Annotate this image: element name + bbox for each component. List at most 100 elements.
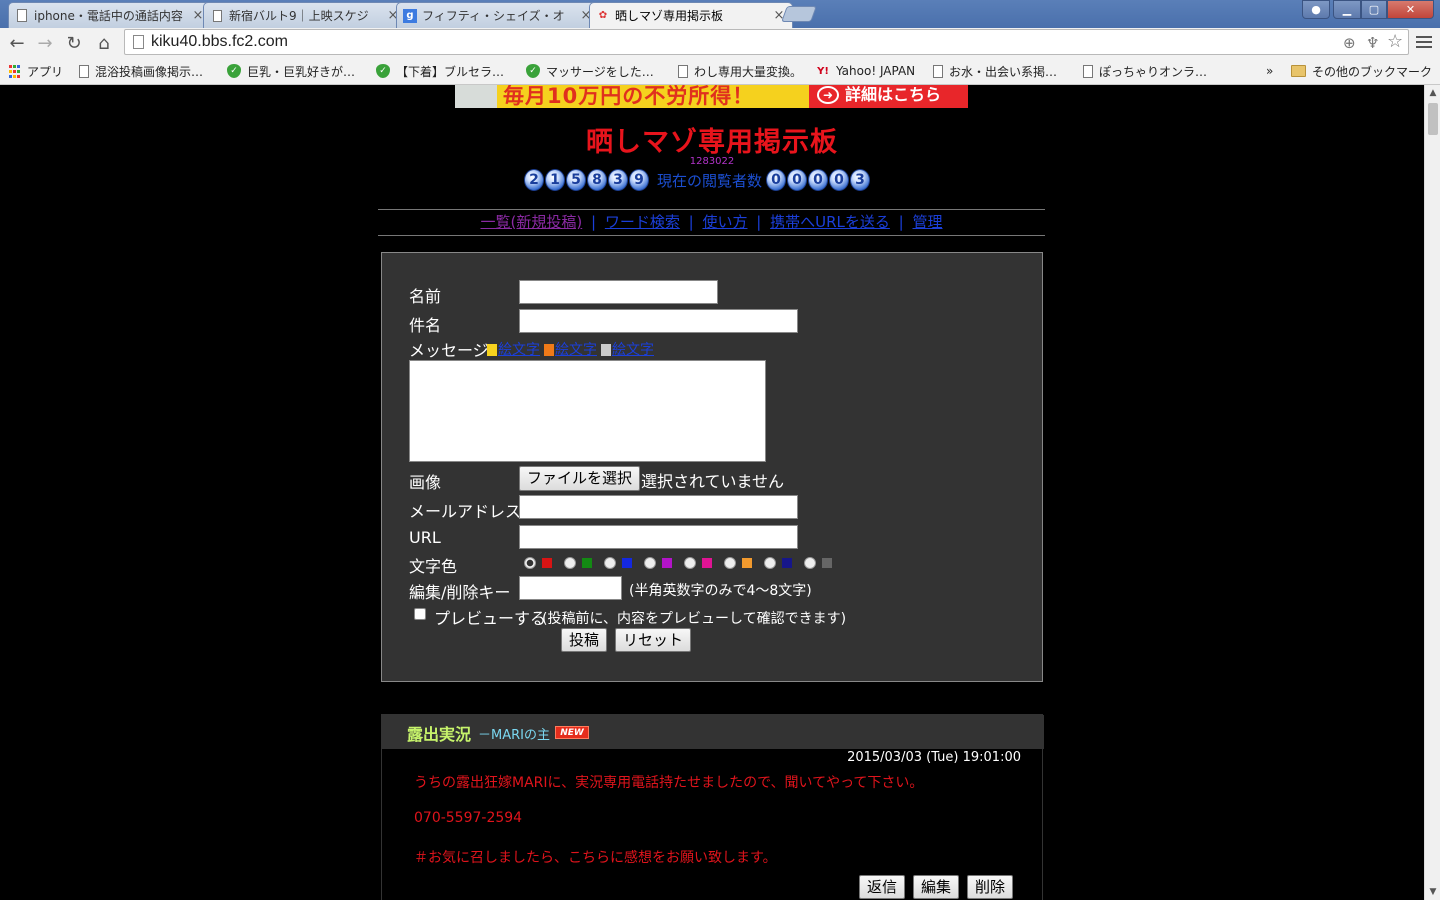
viewer-digit: 0	[808, 169, 829, 191]
post-body-line: 070-5597-2594	[414, 810, 523, 826]
address-bar[interactable]: kiku40.bbs.fc2.com ⊕ ♆ ☆	[124, 29, 1409, 55]
email-input[interactable]	[519, 495, 798, 519]
menu-list-new-post[interactable]: 一覧(新規投稿)	[480, 213, 582, 231]
emoji-link-docomo[interactable]: 絵文字	[487, 339, 540, 359]
tab-iphone[interactable]: iphone・電話中の通話内容 ×	[8, 2, 212, 28]
star-icon[interactable]: ☆	[1387, 31, 1403, 52]
color-radio[interactable]	[604, 557, 616, 569]
email-label: メールアドレス	[409, 502, 522, 521]
color-radio[interactable]	[804, 557, 816, 569]
page-icon	[15, 9, 29, 23]
scroll-down-icon[interactable]: ▼	[1425, 884, 1440, 900]
tab-title: フィフティ・シェイズ・オ	[422, 9, 565, 23]
menu-separator: |	[898, 213, 904, 231]
url-text[interactable]: kiku40.bbs.fc2.com	[151, 33, 288, 51]
emoji-link-softbank[interactable]: 絵文字	[601, 339, 654, 359]
bookmark-label: Yahoo! JAPAN	[836, 64, 916, 78]
edit-key-input[interactable]	[519, 576, 622, 600]
color-radio[interactable]	[764, 557, 776, 569]
yahoo-icon: Y!	[817, 65, 829, 77]
viewer-digit: 0	[787, 169, 808, 191]
tab-google[interactable]: g フィフティ・シェイズ・オ ×	[396, 2, 600, 28]
color-radio[interactable]	[564, 557, 576, 569]
tab-title: 晒しマゾ専用掲示板	[615, 9, 724, 23]
page-title: 晒しマゾ専用掲示板	[586, 127, 838, 158]
new-tab-button[interactable]	[781, 6, 817, 22]
other-bookmarks[interactable]: その他のブックマーク	[1291, 61, 1432, 81]
message-textarea[interactable]	[409, 360, 766, 462]
viewer-digit: 0	[829, 169, 850, 191]
subject-input[interactable]	[519, 309, 798, 333]
delete-button[interactable]: 削除	[967, 875, 1014, 899]
scroll-up-icon[interactable]: ▲	[1425, 85, 1440, 101]
ad-banner[interactable]: 毎月10万円の不労所得！ ➜ 詳細はこちら	[455, 85, 968, 108]
bookmark-item[interactable]: お水・出会い系掲…	[933, 61, 1057, 81]
color-radio[interactable]	[724, 557, 736, 569]
tab-title: iphone・電話中の通話内容	[34, 9, 183, 23]
shield-icon: ✓	[526, 64, 540, 78]
emoji-link-text[interactable]: 絵文字	[555, 342, 597, 358]
emoji-link-text[interactable]: 絵文字	[612, 342, 654, 358]
tab-board[interactable]: ✿ 晒しマゾ専用掲示板 ×	[589, 2, 793, 28]
bookmark-label: ぽっちゃりオンラ…	[1099, 64, 1208, 79]
maximize-button[interactable]: ▢	[1361, 0, 1387, 19]
counter-digit: 5	[566, 169, 586, 191]
bookmark-item[interactable]: Y! Yahoo! JAPAN	[816, 61, 915, 81]
color-radio[interactable]	[644, 557, 656, 569]
name-input[interactable]	[519, 280, 718, 304]
window-close-button[interactable]: ✕	[1387, 0, 1434, 19]
forward-icon[interactable]: →	[34, 32, 56, 54]
preview-hint: (投稿前に、内容をプレビューして確認できます)	[542, 611, 847, 627]
menu-send-url-mobile[interactable]: 携帯へURLを送る	[770, 213, 890, 231]
zoom-icon[interactable]: ⊕	[1343, 34, 1356, 52]
small-counter: 1283022	[689, 156, 735, 167]
submit-button[interactable]: 投稿	[561, 628, 608, 652]
preview-label: プレビューする	[434, 609, 547, 628]
edit-button[interactable]: 編集	[913, 875, 960, 899]
reply-button[interactable]: 返信	[859, 875, 906, 899]
menu-how-to-use[interactable]: 使い方	[702, 213, 747, 231]
minimize-button[interactable]: ▁	[1333, 0, 1361, 19]
page-scrollbar[interactable]: ▲ ▼	[1424, 85, 1440, 900]
preview-checkbox[interactable]	[414, 608, 426, 620]
bookmark-item[interactable]: ✓ マッサージをした…	[526, 61, 654, 81]
bookmarks-overflow-button[interactable]: »	[1266, 61, 1273, 81]
extension-icon[interactable]: ♆	[1366, 34, 1379, 52]
counter-digit: 3	[608, 169, 628, 191]
emoji-link-au[interactable]: 絵文字	[544, 339, 597, 359]
post-date: 2015/03/03 (Tue) 19:01:00	[847, 750, 1021, 765]
post-body-line: ＃お気に召しましたら、こちらに感想をお願い致します。	[414, 850, 777, 866]
back-icon[interactable]: ←	[6, 32, 28, 54]
color-swatch	[742, 558, 752, 568]
url-input[interactable]	[519, 525, 798, 549]
choose-file-button[interactable]: ファイルを選択	[519, 466, 641, 491]
chrome-menu-icon[interactable]	[1416, 33, 1432, 51]
page-viewport: 毎月10万円の不労所得！ ➜ 詳細はこちら 晒しマゾ専用掲示板 1283022 …	[0, 85, 1424, 900]
color-radio[interactable]	[684, 557, 696, 569]
home-icon[interactable]: ⌂	[93, 32, 115, 54]
emoji-links: 絵文字 絵文字 絵文字	[487, 339, 654, 359]
bookmark-item[interactable]: わし専用大量変換。	[678, 61, 802, 81]
user-icon[interactable]: ●	[1302, 0, 1330, 19]
banner-details-button[interactable]: ➜ 詳細はこちら	[809, 85, 968, 108]
emoji-link-text[interactable]: 絵文字	[498, 342, 540, 358]
key-label: 編集/削除キー	[409, 583, 511, 602]
bookmark-apps[interactable]: アプリ	[8, 61, 63, 81]
bookmark-item[interactable]: ✓ 巨乳・巨乳好きが…	[227, 61, 355, 81]
shield-icon: ✓	[376, 64, 390, 78]
reload-icon[interactable]: ↻	[63, 32, 85, 54]
post-body-line: うちの露出狂嫁MARIに、実況専用電話持たせましたので、聞いてやって下さい。	[414, 775, 924, 791]
scroll-thumb[interactable]	[1428, 103, 1438, 135]
color-swatch	[582, 558, 592, 568]
color-swatch	[702, 558, 712, 568]
bookmark-label: アプリ	[27, 64, 64, 79]
bookmark-item[interactable]: ぽっちゃりオンラ…	[1083, 61, 1207, 81]
color-radio[interactable]	[524, 557, 536, 569]
bookmark-item[interactable]: 混浴投稿画像掲示…	[79, 61, 203, 81]
tab-shinjuku[interactable]: 新宿バルト9｜上映スケジ ×	[203, 2, 407, 28]
menu-admin[interactable]: 管理	[913, 213, 943, 231]
url-label: URL	[409, 528, 441, 547]
reset-button[interactable]: リセット	[615, 628, 692, 652]
bookmark-item[interactable]: ✓ 【下着】ブルセラ…	[376, 61, 504, 81]
menu-word-search[interactable]: ワード検索	[605, 213, 680, 231]
